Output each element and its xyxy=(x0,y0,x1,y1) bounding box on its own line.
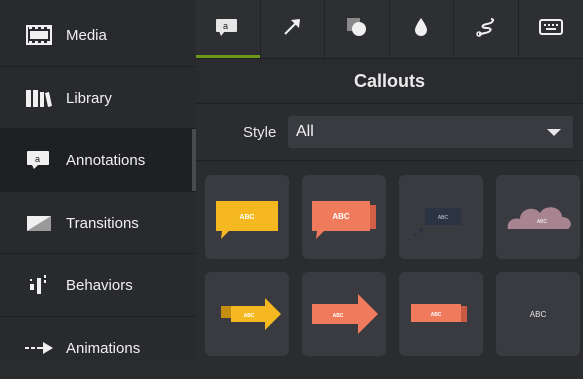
callout-tile[interactable]: ABC xyxy=(302,272,386,356)
tile-text: ABC xyxy=(332,212,350,221)
cloud-callout: ABC xyxy=(496,175,580,259)
sidebar-item-animations[interactable]: Animations xyxy=(0,317,196,379)
dark-thought-callout: ABC xyxy=(399,175,483,259)
shape-tab-icon xyxy=(346,17,368,42)
tab-callouts[interactable]: a xyxy=(196,0,261,58)
yellow-arrow-callout: ABC xyxy=(205,272,289,356)
tile-text: ABC xyxy=(537,219,548,225)
keyboard-tab-icon xyxy=(539,19,563,40)
sidebar: Media Library a Annotations Transitions … xyxy=(0,0,196,360)
tile-text: ABC xyxy=(239,214,254,221)
text-only-callout: ABC xyxy=(496,272,580,356)
film-icon xyxy=(22,23,56,47)
sidebar-item-label: Animations xyxy=(66,340,140,357)
callout-tab-icon: a xyxy=(215,17,241,42)
tile-text: ABC xyxy=(431,312,442,318)
animation-arrow-icon xyxy=(22,336,56,360)
sidebar-item-library[interactable]: Library xyxy=(0,67,196,129)
books-icon xyxy=(22,86,56,110)
blur-drop-tab-icon xyxy=(413,17,429,42)
callout-tile[interactable]: ABC xyxy=(399,175,483,259)
callout-tile[interactable]: ABC xyxy=(496,175,580,259)
callout-tile[interactable]: ABC xyxy=(399,272,483,356)
orange-banner-callout: ABC xyxy=(399,272,483,356)
orange-arrow-callout: ABC xyxy=(302,272,386,356)
transition-icon xyxy=(22,211,56,235)
sidebar-item-annotations[interactable]: a Annotations xyxy=(0,129,196,191)
yellow-speech-callout: ABC xyxy=(205,175,289,259)
sidebar-item-label: Media xyxy=(66,27,107,44)
annotation-type-tabs: a xyxy=(196,0,583,59)
sidebar-item-media[interactable]: Media xyxy=(0,4,196,66)
svg-text:a: a xyxy=(223,21,228,31)
tab-sketch-motion[interactable] xyxy=(454,0,519,58)
tile-text: ABC xyxy=(244,313,255,319)
callout-tile[interactable]: ABC xyxy=(302,175,386,259)
sidebar-item-behaviors[interactable]: Behaviors xyxy=(0,254,196,316)
orange-speech-callout: ABC xyxy=(302,175,386,259)
tile-text: ABC xyxy=(530,310,547,319)
svg-text:a: a xyxy=(35,154,40,164)
style-dropdown[interactable]: All xyxy=(288,116,573,148)
behaviors-icon xyxy=(22,273,56,297)
tile-text: ABC xyxy=(438,215,449,221)
callout-tile[interactable]: ABC xyxy=(205,175,289,259)
tab-blur-highlight[interactable] xyxy=(390,0,455,58)
style-dropdown-value: All xyxy=(296,123,314,141)
panel-title: Callouts xyxy=(196,59,583,104)
tab-keystroke[interactable] xyxy=(519,0,583,58)
sidebar-item-label: Behaviors xyxy=(66,277,133,294)
style-filter-row: Style All xyxy=(196,104,583,161)
tab-arrows-lines[interactable] xyxy=(261,0,326,58)
sidebar-item-label: Annotations xyxy=(66,152,145,169)
sidebar-item-transitions[interactable]: Transitions xyxy=(0,192,196,254)
callout-tile[interactable]: ABC xyxy=(496,272,580,356)
tab-shapes[interactable] xyxy=(325,0,390,58)
tile-text: ABC xyxy=(333,313,344,319)
sidebar-item-label: Library xyxy=(66,90,112,107)
sidebar-item-label: Transitions xyxy=(66,215,139,232)
chevron-down-icon xyxy=(547,129,561,136)
annotation-icon: a xyxy=(22,148,56,172)
callout-tile[interactable]: ABC xyxy=(205,272,289,356)
style-label: Style xyxy=(243,124,276,141)
arrow-tab-icon xyxy=(282,17,302,42)
sketch-tab-icon xyxy=(475,16,497,43)
callout-grid: ABC ABC ABC ABC ABC xyxy=(196,161,583,360)
